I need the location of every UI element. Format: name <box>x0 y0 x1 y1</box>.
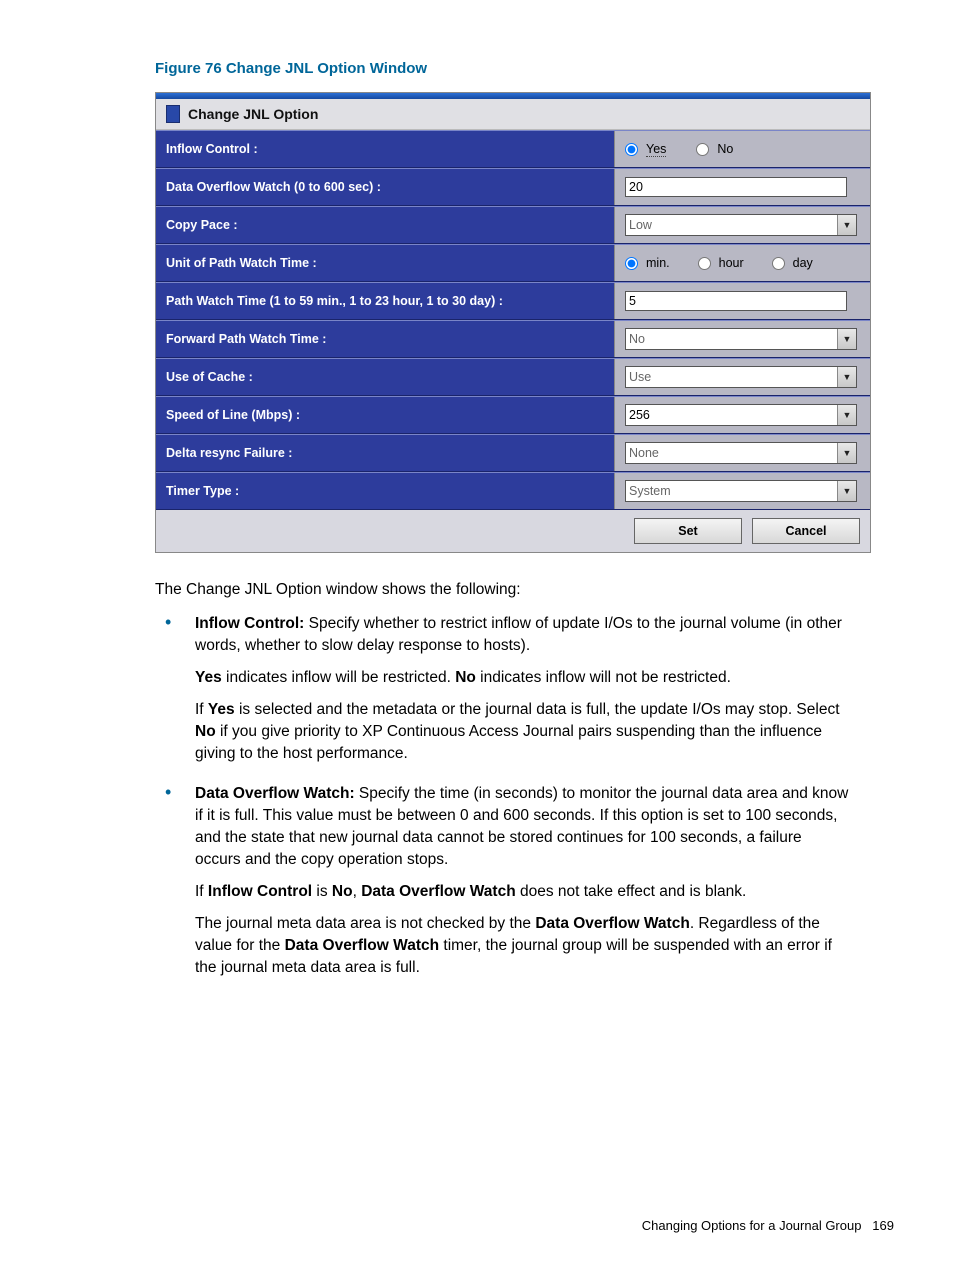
row-copy-pace: Copy Pace : ▼ <box>156 206 870 244</box>
radio-unit-hour-label: hour <box>719 256 744 270</box>
text-run: is <box>312 883 332 900</box>
row-speed-line: Speed of Line (Mbps) : ▼ <box>156 396 870 434</box>
bullet-data-overflow: Data Overflow Watch: Specify the time (i… <box>155 783 849 979</box>
window-title-row: Change JNL Option <box>156 99 870 130</box>
text-run: , <box>353 883 362 900</box>
radio-unit-day[interactable]: day <box>772 256 813 270</box>
label-delta-resync: Delta resync Failure : <box>156 435 614 471</box>
text-run: does not take effect and is blank. <box>516 883 747 900</box>
select-copy-pace-value[interactable] <box>625 214 857 236</box>
bold-text: Data Overflow Watch <box>361 883 515 900</box>
radio-inflow-no-label: No <box>717 142 733 156</box>
radio-unit-hour[interactable]: hour <box>698 256 744 270</box>
select-timer-type[interactable]: ▼ <box>625 480 857 502</box>
radio-unit-min-input[interactable] <box>625 257 638 270</box>
row-unit-pathwatch: Unit of Path Watch Time : min. hour day <box>156 244 870 282</box>
bold-text: No <box>195 723 216 740</box>
text-run: indicates inflow will be restricted. <box>222 669 455 686</box>
radio-unit-day-label: day <box>793 256 813 270</box>
text-run: indicates inflow will not be restricted. <box>476 669 731 686</box>
label-inflow-control: Inflow Control : <box>156 131 614 167</box>
label-forward-pathwatch: Forward Path Watch Time : <box>156 321 614 357</box>
cancel-button[interactable]: Cancel <box>752 518 860 544</box>
bold-text: Yes <box>208 701 235 718</box>
select-forward-pathwatch-value[interactable] <box>625 328 857 350</box>
text-run: is selected and the metadata or the jour… <box>235 701 840 718</box>
row-delta-resync: Delta resync Failure : ▼ <box>156 434 870 472</box>
footer-page-number: 169 <box>872 1218 894 1233</box>
radio-unit-min[interactable]: min. <box>625 256 670 270</box>
row-timer-type: Timer Type : ▼ <box>156 472 870 510</box>
label-speed-line: Speed of Line (Mbps) : <box>156 397 614 433</box>
row-use-cache: Use of Cache : ▼ <box>156 358 870 396</box>
radio-inflow-yes-input[interactable] <box>625 143 638 156</box>
bold-text: Yes <box>195 669 222 686</box>
figure-caption: Figure 76 Change JNL Option Window <box>155 60 894 77</box>
select-speed-line[interactable]: ▼ <box>625 404 857 426</box>
radio-unit-min-label: min. <box>646 256 670 270</box>
label-use-cache: Use of Cache : <box>156 359 614 395</box>
radio-inflow-yes-label: Yes <box>646 142 666 157</box>
select-speed-line-value[interactable] <box>625 404 857 426</box>
text-run: If <box>195 883 208 900</box>
select-forward-pathwatch[interactable]: ▼ <box>625 328 857 350</box>
bold-text: Data Overflow Watch <box>285 937 439 954</box>
footer-section: Changing Options for a Journal Group <box>642 1218 862 1233</box>
label-unit-pathwatch: Unit of Path Watch Time : <box>156 245 614 281</box>
input-pathwatch-time[interactable] <box>625 291 847 311</box>
radio-inflow-no[interactable]: No <box>696 142 733 156</box>
row-pathwatch-time: Path Watch Time (1 to 59 min., 1 to 23 h… <box>156 282 870 320</box>
input-data-overflow[interactable] <box>625 177 847 197</box>
page-footer: Changing Options for a Journal Group 169 <box>642 1218 894 1233</box>
bold-text: Inflow Control: <box>195 615 304 632</box>
select-use-cache[interactable]: ▼ <box>625 366 857 388</box>
select-delta-resync-value[interactable] <box>625 442 857 464</box>
radio-unit-hour-input[interactable] <box>698 257 711 270</box>
label-data-overflow: Data Overflow Watch (0 to 600 sec) : <box>156 169 614 205</box>
bold-text: No <box>332 883 353 900</box>
text-run: If <box>195 701 208 718</box>
window-title: Change JNL Option <box>188 106 318 122</box>
bullet-inflow-control: Inflow Control: Specify whether to restr… <box>155 613 849 765</box>
radio-unit-day-input[interactable] <box>772 257 785 270</box>
dialog-window: Change JNL Option Inflow Control : Yes N… <box>155 92 871 553</box>
body-text: The Change JNL Option window shows the f… <box>155 581 849 979</box>
bold-text: Inflow Control <box>208 883 312 900</box>
bold-text: Data Overflow Watch <box>535 915 689 932</box>
label-timer-type: Timer Type : <box>156 473 614 509</box>
title-accent-icon <box>166 105 180 123</box>
label-pathwatch-time: Path Watch Time (1 to 59 min., 1 to 23 h… <box>156 283 614 319</box>
label-copy-pace: Copy Pace : <box>156 207 614 243</box>
select-copy-pace[interactable]: ▼ <box>625 214 857 236</box>
bold-text: No <box>455 669 476 686</box>
row-forward-pathwatch: Forward Path Watch Time : ▼ <box>156 320 870 358</box>
text-run: The journal meta data area is not checke… <box>195 915 535 932</box>
button-row: Set Cancel <box>156 510 870 552</box>
row-inflow-control: Inflow Control : Yes No <box>156 130 870 168</box>
row-data-overflow: Data Overflow Watch (0 to 600 sec) : <box>156 168 870 206</box>
radio-inflow-yes[interactable]: Yes <box>625 142 666 157</box>
select-delta-resync[interactable]: ▼ <box>625 442 857 464</box>
set-button[interactable]: Set <box>634 518 742 544</box>
radio-inflow-no-input[interactable] <box>696 143 709 156</box>
bold-text: Data Overflow Watch: <box>195 785 355 802</box>
text-run: if you give priority to XP Continuous Ac… <box>195 723 822 762</box>
select-timer-type-value[interactable] <box>625 480 857 502</box>
intro-text: The Change JNL Option window shows the f… <box>155 581 849 599</box>
select-use-cache-value[interactable] <box>625 366 857 388</box>
